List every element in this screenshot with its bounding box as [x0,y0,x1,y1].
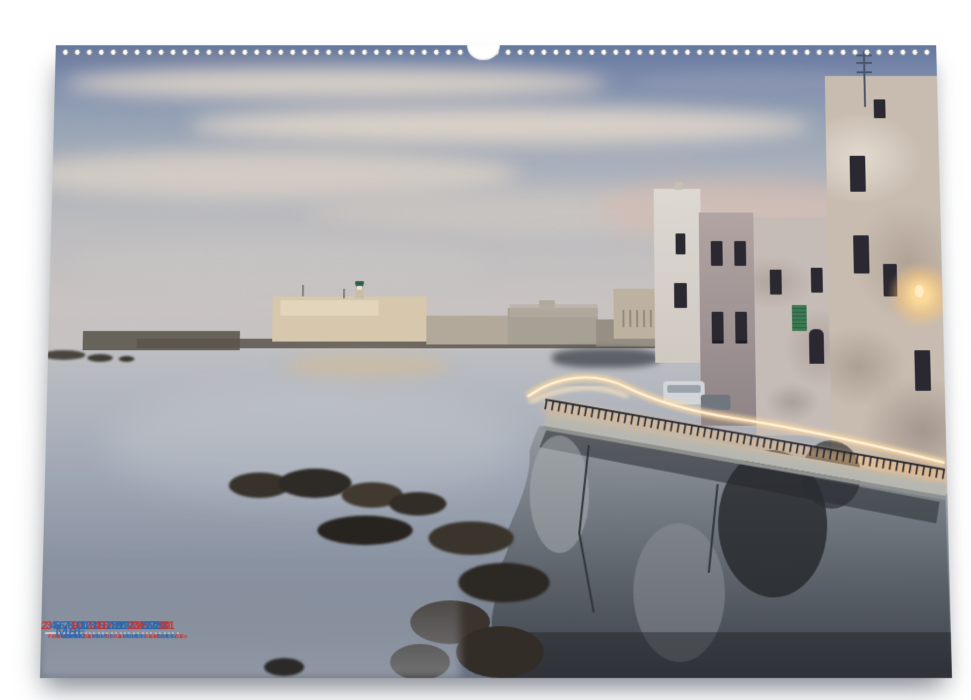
day-cell: Mi6 [67,632,69,634]
day-cell: Do21 [133,632,135,634]
window-balcony [712,312,724,344]
window [674,283,687,308]
building-white-tall [654,189,703,363]
window-balcony [735,312,747,344]
day-cell: Di26 [155,632,157,634]
window [811,268,823,293]
day-weekday: So [179,634,187,640]
day-cell: Di5 [63,632,65,634]
cloud-streak [64,68,606,100]
calendar-page: Mai 2026 Fr1Sa2So3Mo4Di5Mi6Do7Fr8Sa9So10… [40,45,952,678]
day-cell: Mo11 [89,632,91,634]
day-cell: Mi13 [98,632,100,634]
window-shuttered [850,156,866,192]
rock [42,350,85,360]
day-cell: Fr8 [76,632,78,634]
window [711,241,723,266]
day-cell: So3 [54,632,56,634]
rock [317,516,412,545]
day-cells: Fr1Sa2So3Mo4Di5Mi6Do7Fr8Sa9So10Mo11Di12M… [45,632,178,634]
cloud-streak [189,107,810,145]
day-cell: So10 [85,632,87,634]
rock [264,658,304,676]
rock [119,356,135,362]
day-cell: Sa23 [141,632,143,634]
day-number: 31 [162,620,174,632]
window [770,270,782,295]
window [874,99,886,118]
calendar-mockup: Mai 2026 Fr1Sa2So3Mo4Di5Mi6Do7Fr8Sa9So10… [0,0,971,700]
rock [389,492,447,516]
day-cell: Mo18 [120,632,122,634]
day-cell: So24 [146,632,148,634]
green-shutter-door [792,305,807,331]
window [676,233,686,254]
calendar-photo: Mai 2026 Fr1Sa2So3Mo4Di5Mi6Do7Fr8Sa9So10… [40,45,952,678]
window-rows [617,310,652,327]
rock [87,354,113,362]
day-cell: So31 [176,632,178,634]
building-distant [613,289,657,339]
chimney [675,182,683,190]
rock [458,563,550,603]
street-lamp [915,285,924,297]
day-cell: Fr1 [45,632,47,634]
day-cell: Do28 [163,632,165,634]
window [734,241,746,266]
date-strip: Mai 2026 Fr1Sa2So3Mo4Di5Mi6Do7Fr8Sa9So10… [45,632,926,656]
window-shuttered [853,235,869,273]
parked-car [701,395,731,411]
day-cell: Fr29 [168,632,170,634]
day-cell: Sa16 [111,632,113,634]
promenade-and-cliff [380,358,952,678]
rock [428,521,513,554]
